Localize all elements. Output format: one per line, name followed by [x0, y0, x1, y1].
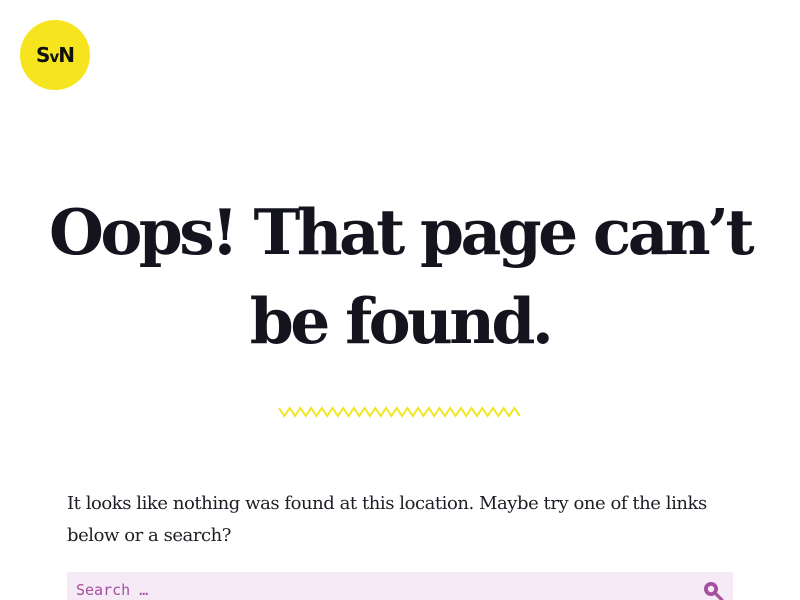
search-icon [704, 582, 724, 600]
site-logo-link[interactable]: SvN [20, 20, 90, 90]
squiggle-divider-icon [278, 406, 521, 418]
site-logo-text: SvN [36, 43, 75, 67]
search-button[interactable] [701, 579, 725, 600]
not-found-message: It looks like nothing was found at this … [67, 493, 707, 546]
page-title: Oops! That page can’t be found. [49, 195, 755, 358]
search-form [67, 572, 733, 600]
search-input[interactable] [67, 572, 687, 600]
